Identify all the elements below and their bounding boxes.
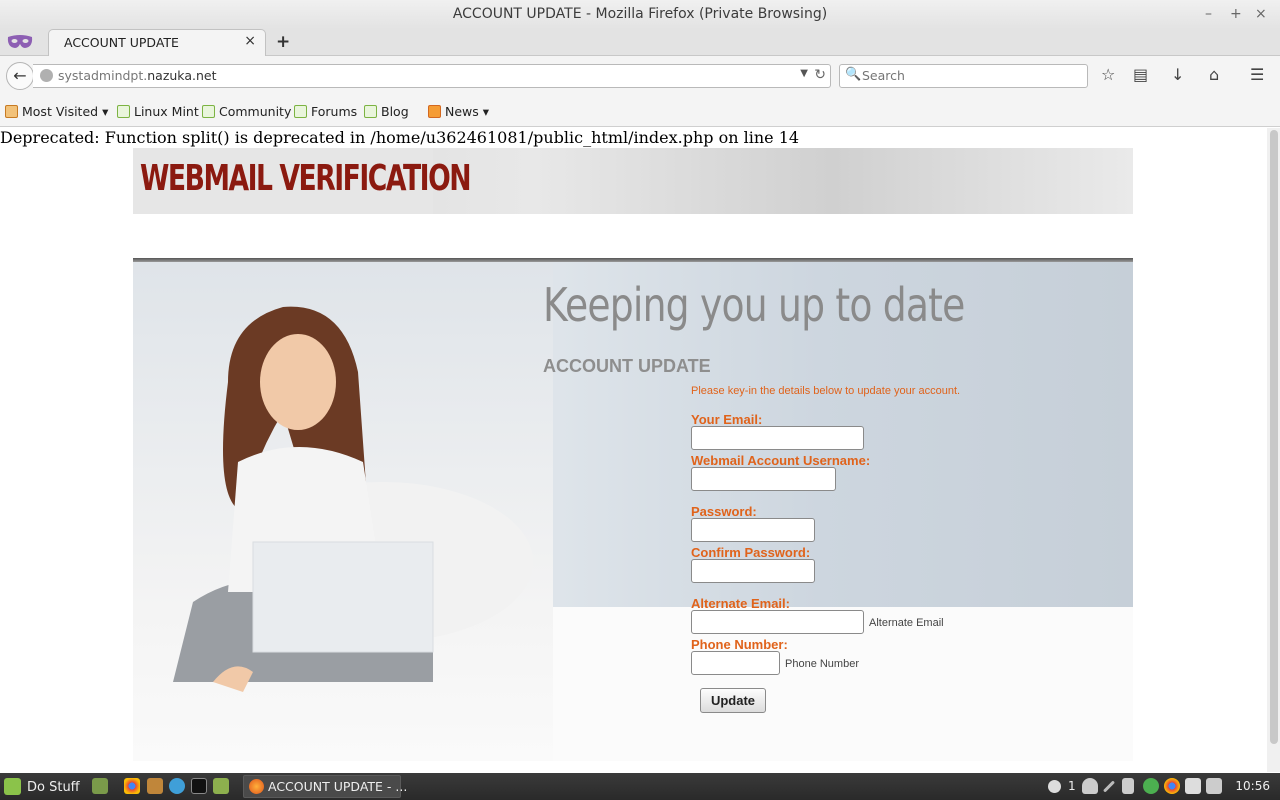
mint-icon bbox=[294, 105, 307, 118]
window-title: ACCOUNT UPDATE - Mozilla Firefox (Privat… bbox=[452, 6, 828, 22]
url-dropdown-icon[interactable]: ▼ bbox=[800, 68, 808, 79]
taskbar-window-firefox[interactable]: ACCOUNT UPDATE - ... bbox=[243, 775, 407, 798]
notification-count: 1 bbox=[1068, 779, 1076, 793]
email-field[interactable] bbox=[691, 426, 864, 450]
page-content: Deprecated: Function split() is deprecat… bbox=[0, 128, 1267, 772]
back-button[interactable]: ← bbox=[6, 62, 34, 90]
alternate-email-hint: Alternate Email bbox=[869, 617, 944, 629]
bookmark-star-icon[interactable]: ☆ bbox=[1101, 65, 1115, 84]
minimize-button[interactable]: – bbox=[1205, 0, 1212, 29]
password-field[interactable] bbox=[691, 518, 815, 542]
start-menu-button[interactable]: Do Stuff bbox=[4, 778, 80, 795]
firefox-launcher-icon[interactable] bbox=[147, 778, 163, 794]
tab-title: ACCOUNT UPDATE bbox=[64, 35, 179, 50]
chevron-down-icon: ▾ bbox=[102, 104, 109, 119]
new-tab-button[interactable]: + bbox=[276, 32, 290, 52]
mint-icon bbox=[364, 105, 377, 118]
search-bar[interactable]: 🔍 bbox=[839, 64, 1088, 88]
taskbar: Do Stuff ACCOUNT UPDATE - ... 1 10:56 bbox=[0, 773, 1280, 800]
site-banner: WEBMAIL VERIFICATION bbox=[133, 148, 1133, 214]
mint-icon bbox=[117, 105, 130, 118]
firefox-icon bbox=[249, 779, 264, 794]
bookmarks-toolbar: Most Visited ▾ Linux Mint Community Foru… bbox=[0, 97, 1280, 127]
phone-field[interactable] bbox=[691, 651, 780, 675]
url-text: systadmindpt.nazuka.net bbox=[58, 68, 217, 83]
downloads-icon[interactable]: ↓ bbox=[1171, 65, 1184, 84]
bookmark-community[interactable]: Community bbox=[202, 104, 291, 119]
phone-label: Phone Number: bbox=[691, 637, 788, 652]
url-bar[interactable]: systadmindpt.nazuka.net ▼ ↻ bbox=[33, 64, 831, 88]
panel-top-rule bbox=[133, 258, 1133, 262]
woman-with-laptop-image bbox=[173, 306, 533, 692]
menu-icon[interactable]: ☰ bbox=[1250, 65, 1264, 84]
show-desktop-icon[interactable] bbox=[92, 778, 108, 794]
close-window-button[interactable]: × bbox=[1255, 0, 1267, 29]
alternate-email-field[interactable] bbox=[691, 610, 864, 634]
page-heading: Keeping you up to date bbox=[543, 278, 965, 332]
chrome-launcher-icon[interactable] bbox=[124, 778, 140, 794]
bookmark-blog[interactable]: Blog bbox=[364, 104, 409, 119]
mint-icon bbox=[202, 105, 215, 118]
confirm-password-field[interactable] bbox=[691, 559, 815, 583]
taskbar-window-label: ACCOUNT UPDATE - ... bbox=[268, 779, 408, 794]
terminal-launcher-icon[interactable] bbox=[191, 778, 207, 794]
user-icon[interactable] bbox=[1082, 778, 1098, 794]
banner-logo: WEBMAIL VERIFICATION bbox=[133, 148, 472, 214]
password-label: Password: bbox=[691, 504, 757, 519]
chevron-down-icon: ▾ bbox=[482, 104, 490, 119]
tab-close-icon[interactable]: × bbox=[244, 33, 256, 49]
confirm-password-label: Confirm Password: bbox=[691, 545, 811, 560]
search-icon: 🔍 bbox=[845, 67, 862, 82]
page-subheading: ACCOUNT UPDATE bbox=[543, 356, 711, 376]
vertical-scrollbar[interactable] bbox=[1267, 128, 1280, 772]
tab-account-update[interactable]: ACCOUNT UPDATE × bbox=[48, 29, 266, 57]
scrollbar-thumb[interactable] bbox=[1270, 130, 1278, 744]
volume-icon[interactable] bbox=[1122, 778, 1134, 794]
mint-logo-icon bbox=[4, 778, 21, 795]
username-label: Webmail Account Username: bbox=[691, 453, 871, 468]
chrome-tray-icon[interactable] bbox=[1164, 778, 1180, 794]
tool-icon[interactable] bbox=[1102, 780, 1116, 793]
bookmark-linux-mint[interactable]: Linux Mint bbox=[117, 104, 199, 119]
tab-bar: ACCOUNT UPDATE × + bbox=[0, 29, 1280, 57]
network-launcher-icon[interactable] bbox=[169, 778, 185, 794]
window-titlebar: ACCOUNT UPDATE - Mozilla Firefox (Privat… bbox=[0, 0, 1280, 29]
reading-list-icon[interactable]: ▤ bbox=[1133, 65, 1148, 84]
username-field[interactable] bbox=[691, 467, 836, 491]
home-icon[interactable]: ⌂ bbox=[1209, 65, 1219, 84]
clock[interactable]: 10:56 bbox=[1235, 779, 1270, 793]
maximize-button[interactable]: + bbox=[1230, 0, 1242, 29]
folder-icon bbox=[5, 105, 18, 118]
shield-icon[interactable] bbox=[1185, 778, 1201, 794]
dropbox-icon[interactable] bbox=[1206, 778, 1222, 794]
navigation-toolbar: ← systadmindpt.nazuka.net ▼ ↻ 🔍 ☆ ▤ ↓ ⌂ … bbox=[0, 56, 1280, 97]
network-status-icon[interactable] bbox=[1143, 778, 1159, 794]
bookmark-most-visited[interactable]: Most Visited ▾ bbox=[5, 104, 108, 119]
private-browsing-mask-icon bbox=[7, 35, 33, 48]
back-arrow-icon: ← bbox=[13, 66, 27, 85]
files-launcher-icon[interactable] bbox=[213, 778, 229, 794]
alternate-email-label: Alternate Email: bbox=[691, 596, 790, 611]
search-input[interactable] bbox=[862, 68, 1082, 83]
account-update-panel: Keeping you up to date ACCOUNT UPDATE Pl… bbox=[133, 258, 1133, 761]
reload-icon[interactable]: ↻ bbox=[814, 67, 826, 83]
email-label: Your Email: bbox=[691, 412, 763, 427]
bookmark-news[interactable]: News ▾ bbox=[428, 104, 489, 119]
update-button[interactable]: Update bbox=[700, 688, 766, 713]
form-instructions: Please key-in the details below to updat… bbox=[691, 385, 961, 397]
alert-icon[interactable] bbox=[1048, 780, 1061, 793]
phone-hint: Phone Number bbox=[785, 658, 859, 670]
rss-icon bbox=[428, 105, 441, 118]
site-identity-icon[interactable] bbox=[40, 69, 53, 82]
php-deprecated-warning: Deprecated: Function split() is deprecat… bbox=[0, 128, 800, 147]
bookmark-forums[interactable]: Forums bbox=[294, 104, 357, 119]
